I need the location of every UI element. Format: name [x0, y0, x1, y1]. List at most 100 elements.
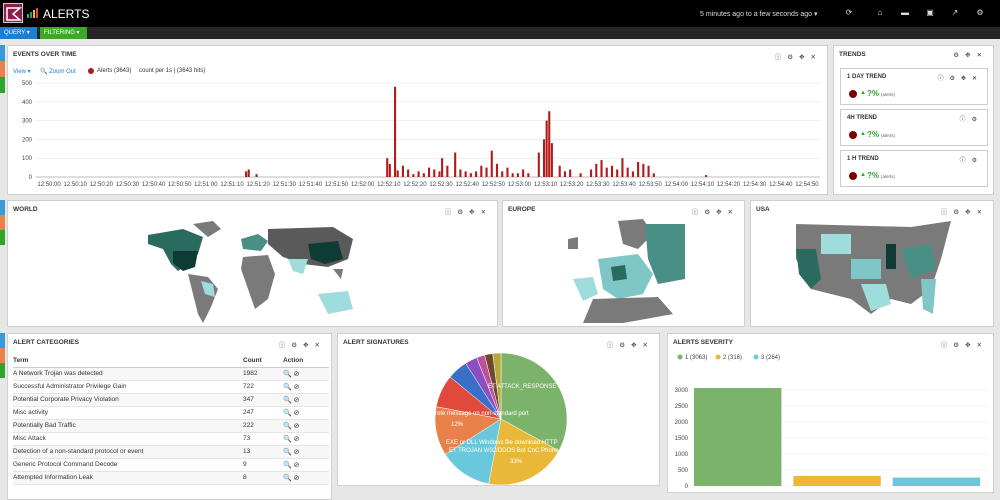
arrow-up-icon: ▲ — [860, 172, 866, 178]
row-collapse-handle[interactable] — [0, 333, 5, 378]
alert-signatures-panel: ALERT SIGNATURES ⓘ⚙✥✕ ET ATTACK_RESPONSE… — [337, 333, 660, 486]
trend-label: 1 H TREND — [847, 156, 879, 162]
event-bar — [516, 173, 519, 177]
category-count: 9 — [243, 458, 283, 472]
event-bar — [255, 174, 258, 177]
magnifier-icon[interactable]: 🔍 — [283, 462, 292, 469]
magnifier-icon[interactable]: 🔍 — [283, 475, 292, 482]
y-tick-label: 500 — [678, 468, 689, 474]
magnifier-icon[interactable]: 🔍 — [283, 397, 292, 404]
event-bar — [446, 165, 449, 177]
event-bar — [610, 165, 614, 177]
share-icon[interactable]: ↗ — [950, 8, 960, 18]
ban-icon[interactable]: ⊘ — [294, 449, 300, 456]
ban-icon[interactable]: ⊘ — [294, 436, 300, 443]
panel-controls[interactable]: ⓘ⚙✥✕ — [279, 339, 326, 349]
y-tick-label: 200 — [22, 137, 33, 143]
panel-controls[interactable]: ⚙✥✕ — [953, 51, 988, 59]
event-bar — [506, 167, 509, 177]
magnifier-icon[interactable]: 🔍 — [283, 423, 292, 430]
x-tick-label: 12:50:50 — [168, 182, 192, 188]
trend-controls[interactable]: ⓘ⚙ — [960, 155, 983, 164]
ban-icon[interactable]: ⊘ — [294, 475, 300, 482]
event-bar — [388, 163, 391, 177]
panel-title: EUROPE — [508, 206, 536, 213]
ban-icon[interactable]: ⊘ — [294, 397, 300, 404]
event-bar — [475, 171, 478, 177]
usa-map[interactable] — [791, 219, 956, 325]
panel-controls[interactable]: ⓘ⚙✥✕ — [692, 206, 739, 216]
y-tick-label: 2500 — [675, 404, 689, 410]
categories-table: Term Count Action A Network Trojan was d… — [13, 354, 329, 485]
pie-label: rote message on non-standard port — [435, 411, 529, 417]
event-bar — [394, 86, 397, 177]
panel-title: WORLD — [13, 206, 38, 213]
x-tick-label: 12:50:30 — [116, 182, 140, 188]
ban-icon[interactable]: ⊘ — [294, 462, 300, 469]
magnifier-icon[interactable]: 🔍 — [283, 449, 292, 456]
status-dot — [849, 90, 857, 98]
x-tick-label: 12:54:40 — [769, 182, 793, 188]
y-tick-label: 400 — [22, 100, 33, 106]
legend-label: 2 (316) — [723, 355, 742, 361]
column-header[interactable]: Count — [243, 354, 283, 368]
top-navbar: ALERTS 5 minutes ago to a few seconds ag… — [0, 0, 1000, 27]
severity-bar-chart[interactable]: 1 (3063) 2 (316) 3 (264) 0 500 1000 1500 2000 25… — [668, 334, 995, 494]
category-count: 1982 — [243, 367, 283, 381]
filtering-tab[interactable]: FILTERING ▾ — [40, 27, 87, 39]
trend-controls[interactable]: ⓘ⚙✥✕ — [938, 73, 983, 82]
event-bar — [469, 173, 472, 177]
y-tick-label: 0 — [685, 484, 689, 490]
magnifier-icon[interactable]: 🔍 — [283, 371, 292, 378]
trend-note: (alerts) — [881, 92, 896, 97]
row-collapse-handle[interactable] — [0, 45, 5, 93]
x-tick-label: 12:51:20 — [246, 182, 270, 188]
europe-map[interactable] — [563, 219, 688, 325]
gear-icon[interactable]: ⚙ — [975, 8, 985, 18]
world-map[interactable] — [143, 219, 373, 325]
events-over-time-panel: EVENTS OVER TIME ⓘ⚙✥✕ View ▾ 🔍 Zoom Out … — [7, 45, 828, 195]
refresh-icon[interactable]: ⟳ — [844, 8, 854, 18]
pie-label: ET ATTACK_RESPONSE Pos — [488, 384, 569, 390]
trend-controls[interactable]: ⓘ⚙ — [960, 114, 983, 123]
ban-icon[interactable]: ⊘ — [294, 410, 300, 417]
kibana-logo[interactable] — [3, 3, 23, 23]
query-tab[interactable]: QUERY ▾ — [0, 27, 37, 39]
legend-swatch — [753, 354, 759, 360]
event-bar — [245, 171, 248, 177]
folder-open-icon[interactable]: ▬ — [900, 8, 910, 18]
event-bar — [454, 152, 457, 177]
column-header[interactable]: Term — [13, 354, 243, 368]
y-tick-label: 1000 — [675, 452, 689, 458]
save-icon[interactable]: ▣ — [925, 8, 935, 18]
trend-label: 4H TREND — [847, 115, 878, 121]
table-row: Successful Administrator Privilege Gain 7… — [13, 380, 329, 394]
ban-icon[interactable]: ⊘ — [294, 423, 300, 430]
events-chart[interactable]: 0 100 200 300 400 500 12:50:00 12:50:10 12:50:20… — [8, 46, 829, 196]
panel-controls[interactable]: ⓘ⚙✥✕ — [941, 206, 988, 216]
table-row: Potentially Bad Traffic 222 🔍 ⊘ — [13, 419, 329, 433]
ban-icon[interactable]: ⊘ — [294, 371, 300, 378]
event-bar — [501, 171, 504, 177]
category-term: Successful Administrator Privilege Gain — [13, 380, 243, 394]
home-icon[interactable]: ⌂ — [875, 8, 885, 18]
ban-icon[interactable]: ⊘ — [294, 384, 300, 391]
y-tick-label: 3000 — [675, 388, 689, 394]
event-bar — [621, 158, 624, 177]
event-bar — [605, 167, 608, 177]
event-bar — [428, 167, 431, 177]
event-bar — [480, 165, 483, 177]
event-bar — [705, 175, 708, 177]
magnifier-icon[interactable]: 🔍 — [283, 410, 292, 417]
alert-categories-panel: ALERT CATEGORIES ⓘ⚙✥✕ Term Count Action … — [7, 333, 332, 500]
magnifier-icon[interactable]: 🔍 — [283, 384, 292, 391]
x-tick-label: 12:54:20 — [717, 182, 741, 188]
x-tick-label: 12:51:30 — [273, 182, 297, 188]
x-tick-label: 12:50:40 — [142, 182, 166, 188]
event-bar — [579, 173, 582, 177]
panel-controls[interactable]: ⓘ⚙✥✕ — [445, 206, 492, 216]
magnifier-icon[interactable]: 🔍 — [283, 436, 292, 443]
x-tick-label: 12:51:40 — [299, 182, 323, 188]
row-collapse-handle[interactable] — [0, 200, 5, 245]
timespan-picker[interactable]: 5 minutes ago to a few seconds ago ▾ — [700, 10, 818, 18]
